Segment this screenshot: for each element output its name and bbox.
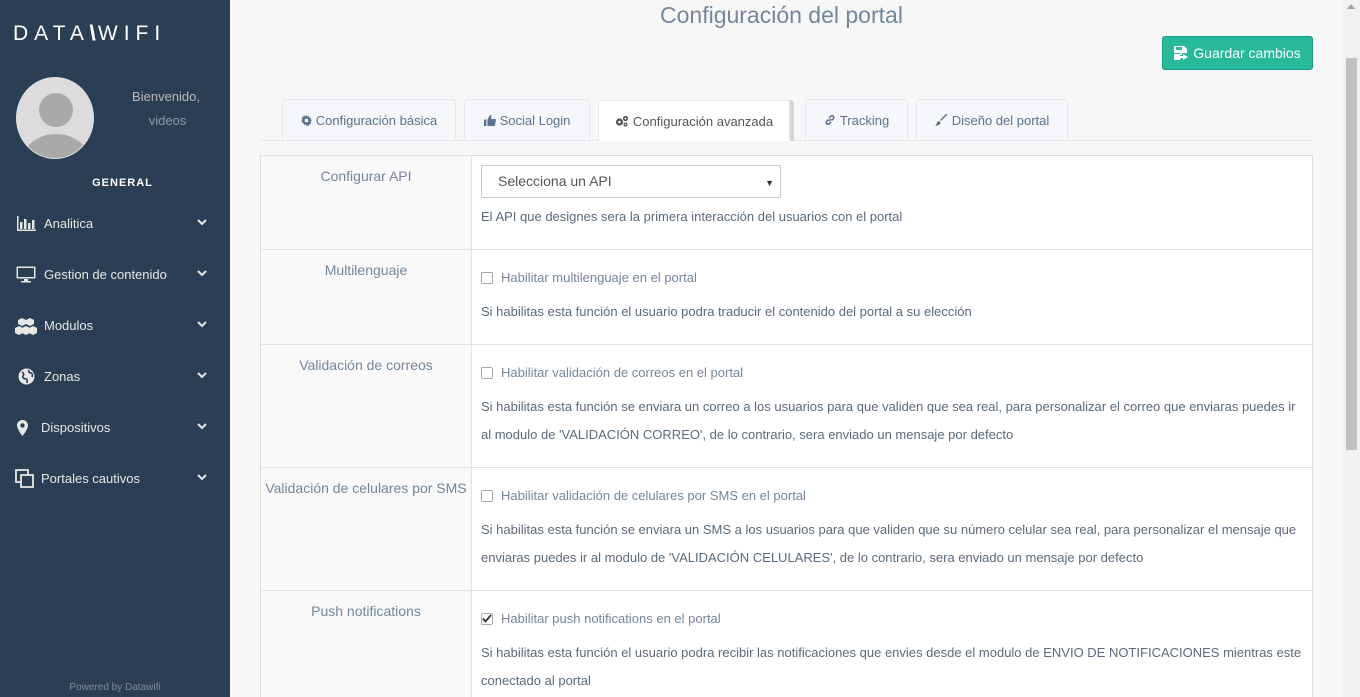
tab-configuracion-basica[interactable]: Configuración básica: [282, 99, 456, 140]
setting-row-multilenguaje: Multilenguaje Habilitar multilenguaje en…: [261, 250, 1312, 345]
powered-by: Powered by Datawifi: [69, 682, 161, 693]
api-select-value: Selecciona un API: [498, 173, 612, 189]
page-title: Configuración del portal: [660, 2, 903, 28]
checkbox-label: Habilitar validación de correos en el po…: [501, 365, 744, 380]
welcome-block: Bienvenido, videos: [105, 89, 200, 128]
tab-diseno-portal[interactable]: Diseño del portal: [916, 99, 1068, 140]
setting-row-api: Configurar API Selecciona un API ▼ El AP…: [261, 156, 1312, 250]
sidebar-item-gestion-contenido[interactable]: Gestion de contenido: [0, 249, 230, 300]
save-label: Guardar cambios: [1193, 45, 1301, 61]
chevron-down-icon: [197, 219, 207, 226]
link-icon: [825, 114, 835, 126]
chevron-down-icon: [197, 372, 207, 379]
scrollbar-thumb[interactable]: [1346, 58, 1357, 450]
setting-content: Selecciona un API ▼ El API que designes …: [473, 156, 1312, 249]
sidebar-item-portales-cautivos[interactable]: Portales cautivos: [0, 453, 230, 504]
tab-tracking[interactable]: Tracking: [805, 99, 908, 140]
setting-label: Validación de correos: [261, 345, 472, 467]
push-checkbox[interactable]: [481, 612, 493, 625]
scroll-up-arrow[interactable]: [1347, 4, 1355, 9]
setting-description: Si habilitas esta función se enviara un …: [481, 399, 1296, 442]
chevron-down-icon: [197, 423, 207, 430]
checkmark-icon: [482, 614, 492, 623]
setting-row-push-notifications: Push notifications Habilitar push notifi…: [261, 591, 1312, 697]
setting-row-validacion-celulares: Validación de celulares por SMS Habilita…: [261, 468, 1312, 591]
api-select[interactable]: Selecciona un API ▼: [481, 165, 781, 198]
chevron-down-icon: [197, 474, 207, 481]
desktop-icon: [14, 265, 38, 285]
setting-content: Habilitar multilenguaje en el portal Si …: [473, 250, 1312, 344]
tab-social-login[interactable]: Social Login: [464, 99, 590, 140]
setting-label: Push notifications: [261, 591, 472, 697]
map-marker-icon: [14, 418, 30, 438]
sidebar-item-dispositivos[interactable]: Dispositivos: [0, 402, 230, 453]
multilenguaje-checkbox[interactable]: [481, 271, 493, 284]
tab-label: Tracking: [839, 112, 890, 128]
correos-checkbox-line[interactable]: Habilitar validación de correos en el po…: [481, 365, 743, 380]
sidebar-item-label: Portales cautivos: [41, 471, 140, 486]
setting-label: Validación de celulares por SMS: [261, 468, 472, 590]
correos-checkbox[interactable]: [481, 366, 493, 379]
sidebar-item-label: Gestion de contenido: [44, 267, 167, 282]
celulares-checkbox[interactable]: [481, 489, 493, 502]
page-scrollbar[interactable]: [1343, 0, 1360, 697]
username: videos: [148, 113, 187, 128]
setting-description: El API que designes sera la primera inte…: [481, 209, 903, 224]
setting-label: Configurar API: [261, 156, 472, 249]
celulares-checkbox-line[interactable]: Habilitar validación de celulares por SM…: [481, 488, 806, 503]
setting-row-validacion-correos: Validación de correos Habilitar validaci…: [261, 345, 1312, 468]
save-icon: [1174, 46, 1189, 60]
clone-icon: [14, 469, 34, 489]
sidebar-item-modulos[interactable]: Modulos: [0, 300, 230, 351]
sidebar-item-label: Analitica: [44, 216, 94, 231]
checkbox-label: Habilitar validación de celulares por SM…: [501, 488, 806, 503]
gear-icon: [300, 114, 312, 126]
setting-content: Habilitar validación de celulares por SM…: [473, 468, 1312, 590]
menu-section-title: GENERAL: [92, 177, 153, 189]
chevron-down-icon: [197, 321, 207, 328]
sidebar-item-zonas[interactable]: Zonas: [0, 351, 230, 402]
paint-brush-icon: [934, 114, 948, 126]
setting-content: Habilitar validación de correos en el po…: [473, 345, 1312, 467]
multilenguaje-checkbox-line[interactable]: Habilitar multilenguaje en el portal: [481, 270, 697, 285]
gears-icon: [615, 115, 628, 127]
sidebar-item-analitica[interactable]: Analitica: [0, 198, 230, 249]
bar-chart-icon: [14, 214, 38, 234]
setting-description: Si habilitas esta función se enviara un …: [481, 522, 1297, 565]
datawifi-logo[interactable]: DATA \\\ WIFI: [13, 22, 166, 46]
setting-description: Si habilitas esta función el usuario pod…: [481, 645, 1302, 688]
avatar: [16, 77, 94, 159]
sidebar: DATA \\\ WIFI Bienvenido, videos GENERAL…: [0, 0, 230, 697]
welcome-text: Bienvenido,: [132, 89, 200, 104]
sidebar-menu: Analitica Gestion de contenido Modulos Z…: [0, 198, 230, 504]
chevron-down-icon: [197, 270, 207, 277]
logo-text-right: WIFI: [97, 22, 167, 45]
tab-label: Configuración avanzada: [632, 113, 774, 129]
advanced-settings-panel: Configurar API Selecciona un API ▼ El AP…: [260, 155, 1313, 697]
logo-text-left: DATA: [13, 22, 90, 45]
setting-content: Habilitar push notifications en el porta…: [473, 591, 1312, 697]
tab-configuracion-avanzada[interactable]: Configuración avanzada: [598, 100, 790, 141]
tab-label: Social Login: [499, 112, 571, 128]
sidebar-item-label: Dispositivos: [41, 420, 111, 435]
sidebar-item-label: Modulos: [44, 318, 94, 333]
checkbox-label: Habilitar push notifications en el porta…: [501, 611, 721, 626]
save-changes-button[interactable]: Guardar cambios: [1162, 36, 1313, 70]
setting-description: Si habilitas esta función el usuario pod…: [481, 304, 972, 319]
caret-down-icon: ▼: [765, 178, 774, 188]
setting-label: Multilenguaje: [261, 250, 472, 344]
cubes-icon: [14, 316, 38, 336]
sidebar-item-label: Zonas: [44, 369, 81, 384]
push-checkbox-line[interactable]: Habilitar push notifications en el porta…: [481, 611, 721, 626]
tab-label: Diseño del portal: [951, 112, 1050, 128]
globe-icon: [14, 367, 38, 387]
thumbs-up-icon: [483, 114, 496, 126]
tab-label: Configuración básica: [315, 112, 438, 128]
checkbox-label: Habilitar multilenguaje en el portal: [501, 270, 697, 285]
